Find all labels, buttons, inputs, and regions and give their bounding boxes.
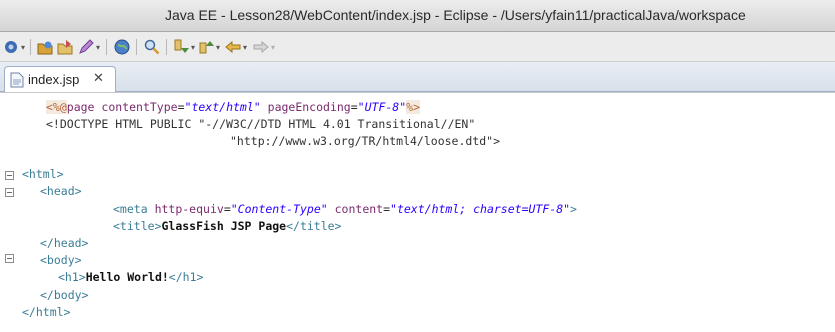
previous-annotation-button[interactable]: ▾ — [197, 37, 220, 57]
code-line-body-open: <body> — [40, 253, 82, 267]
globe-icon — [114, 39, 130, 55]
chevron-down-icon[interactable]: ▾ — [243, 43, 247, 52]
search-icon — [144, 39, 160, 55]
fold-html-icon[interactable] — [5, 171, 14, 180]
open-web-browser-button[interactable] — [113, 37, 131, 57]
code-line-3: "http://www.w3.org/TR/html4/loose.dtd"> — [230, 134, 501, 148]
previous-annotation-icon — [199, 41, 214, 54]
new-jsp-button[interactable]: ▾ — [77, 37, 100, 57]
search-button[interactable] — [143, 37, 161, 57]
window-title: Java EE - Lesson28/WebContent/index.jsp … — [165, 7, 746, 23]
new-java-class-button[interactable] — [56, 37, 74, 57]
toolbar-separator — [30, 39, 31, 55]
pen-icon — [79, 39, 94, 54]
back-button[interactable]: ▾ — [224, 37, 247, 57]
forward-icon — [253, 40, 269, 54]
code-line-h1: <h1>Hello World!</h1> — [58, 270, 204, 284]
next-annotation-button[interactable]: ▾ — [172, 37, 195, 57]
code-line-2: <!DOCTYPE HTML PUBLIC "-//W3C//DTD HTML … — [46, 117, 476, 131]
code-line-head-open: <head> — [40, 184, 82, 198]
fold-head-icon[interactable] — [5, 188, 14, 197]
toolbar-separator — [136, 39, 137, 55]
chevron-down-icon[interactable]: ▾ — [21, 43, 25, 52]
main-toolbar: ▾ ▾ ▾ ▾ ▾ ▾ — [0, 32, 835, 62]
code-line-body-close: </body> — [40, 288, 89, 302]
code-line-head-close: </head> — [40, 236, 89, 250]
fold-body-icon[interactable] — [5, 254, 14, 263]
new-icon — [5, 41, 17, 53]
chevron-down-icon[interactable]: ▾ — [271, 43, 275, 52]
next-annotation-icon — [174, 39, 189, 53]
new-wizard-button[interactable]: ▾ — [2, 37, 25, 57]
code-line-1: <%@page contentType="text/html" pageEnco… — [46, 100, 420, 114]
forward-button[interactable]: ▾ — [252, 37, 275, 57]
chevron-down-icon[interactable]: ▾ — [96, 43, 100, 52]
new-class-icon — [57, 40, 73, 55]
jsp-file-icon — [10, 72, 24, 88]
code-line-html-close: </html> — [22, 305, 71, 319]
tab-index-jsp[interactable]: index.jsp ✕ — [4, 66, 116, 92]
back-icon — [225, 40, 241, 54]
tab-label: index.jsp — [28, 72, 80, 87]
code-line-html-open: <html> — [22, 167, 64, 181]
chevron-down-icon[interactable]: ▾ — [216, 43, 220, 52]
editor-tab-strip: index.jsp ✕ — [0, 62, 835, 92]
code-line-meta: <meta http-equiv="Content-Type" content=… — [113, 202, 577, 216]
folding-ruler — [0, 93, 20, 332]
code-editor[interactable]: <%@page contentType="text/html" pageEnco… — [0, 92, 835, 332]
close-icon[interactable]: ✕ — [93, 70, 104, 86]
open-type-button[interactable] — [36, 37, 54, 57]
toolbar-separator — [106, 39, 107, 55]
chevron-down-icon[interactable]: ▾ — [191, 43, 195, 52]
open-type-icon — [37, 41, 53, 55]
code-line-title: <title>GlassFish JSP Page</title> — [113, 219, 342, 233]
toolbar-separator — [166, 39, 167, 55]
window-title-bar: Java EE - Lesson28/WebContent/index.jsp … — [0, 0, 835, 32]
